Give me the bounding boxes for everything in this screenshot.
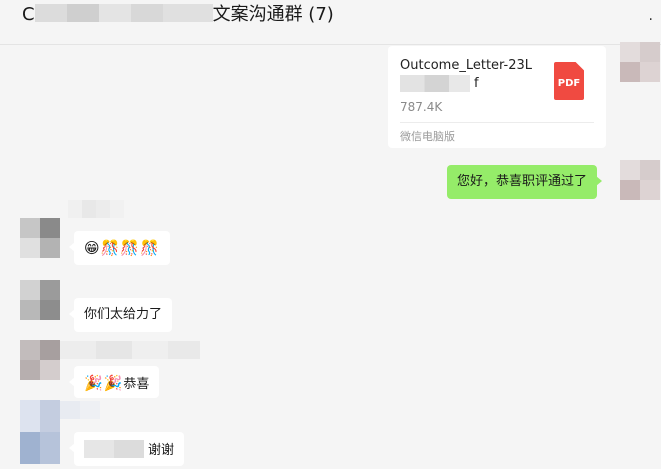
redacted-title-blur xyxy=(34,4,213,22)
file-name: Outcome_Letter-23L xyxy=(400,58,533,73)
pdf-file-icon: PDF xyxy=(554,62,584,100)
emoji-message: 🎉🎉 xyxy=(84,374,124,392)
sender-avatar[interactable] xyxy=(20,280,60,320)
chat-title[interactable]: C 文案沟通群 (7) xyxy=(22,3,334,27)
emoji-message: 😁🎊🎊🎊 xyxy=(84,239,160,257)
received-message-text: 你们太给力了 xyxy=(84,307,163,322)
received-message-bubble[interactable]: 谢谢 xyxy=(68,432,185,466)
received-message-bubble[interactable]: 🎉🎉恭喜 xyxy=(68,366,160,398)
redacted-filename-blur xyxy=(400,75,470,92)
my-message-bubble[interactable]: 您好，恭喜职评通过了 xyxy=(447,165,603,199)
file-size: 787.4K xyxy=(400,100,443,114)
file-source: 微信电脑版 xyxy=(400,130,455,143)
my-message-text: 您好，恭喜职评通过了 xyxy=(457,174,588,189)
chat-header: C 文案沟通群 (7) · xyxy=(0,0,661,45)
sender-avatar[interactable] xyxy=(20,340,60,380)
more-options-icon[interactable]: · xyxy=(649,12,653,28)
received-message-bubble[interactable]: 😁🎊🎊🎊 xyxy=(69,231,170,265)
received-message-bubble[interactable]: 你们太给力了 xyxy=(68,298,173,332)
redacted-text-blur xyxy=(84,440,144,458)
file-name-ext: f xyxy=(474,76,479,91)
redacted-sender-name xyxy=(68,200,124,218)
sender-avatar[interactable] xyxy=(20,218,60,258)
sender-avatar[interactable] xyxy=(20,400,60,464)
redacted-sender-name xyxy=(60,341,200,359)
file-card-divider xyxy=(400,122,594,123)
my-avatar[interactable] xyxy=(620,160,660,200)
chat-title-suffix: 文案沟通群 (7) xyxy=(212,4,334,25)
received-message-text: 谢谢 xyxy=(148,443,175,458)
chat-title-prefix: C xyxy=(22,4,35,25)
file-message-card[interactable]: Outcome_Letter-23L f 787.4K PDF 微信电脑版 xyxy=(388,46,606,148)
redacted-sender-name xyxy=(60,401,100,419)
my-avatar[interactable] xyxy=(620,42,660,82)
received-message-text: 恭喜 xyxy=(123,377,150,392)
